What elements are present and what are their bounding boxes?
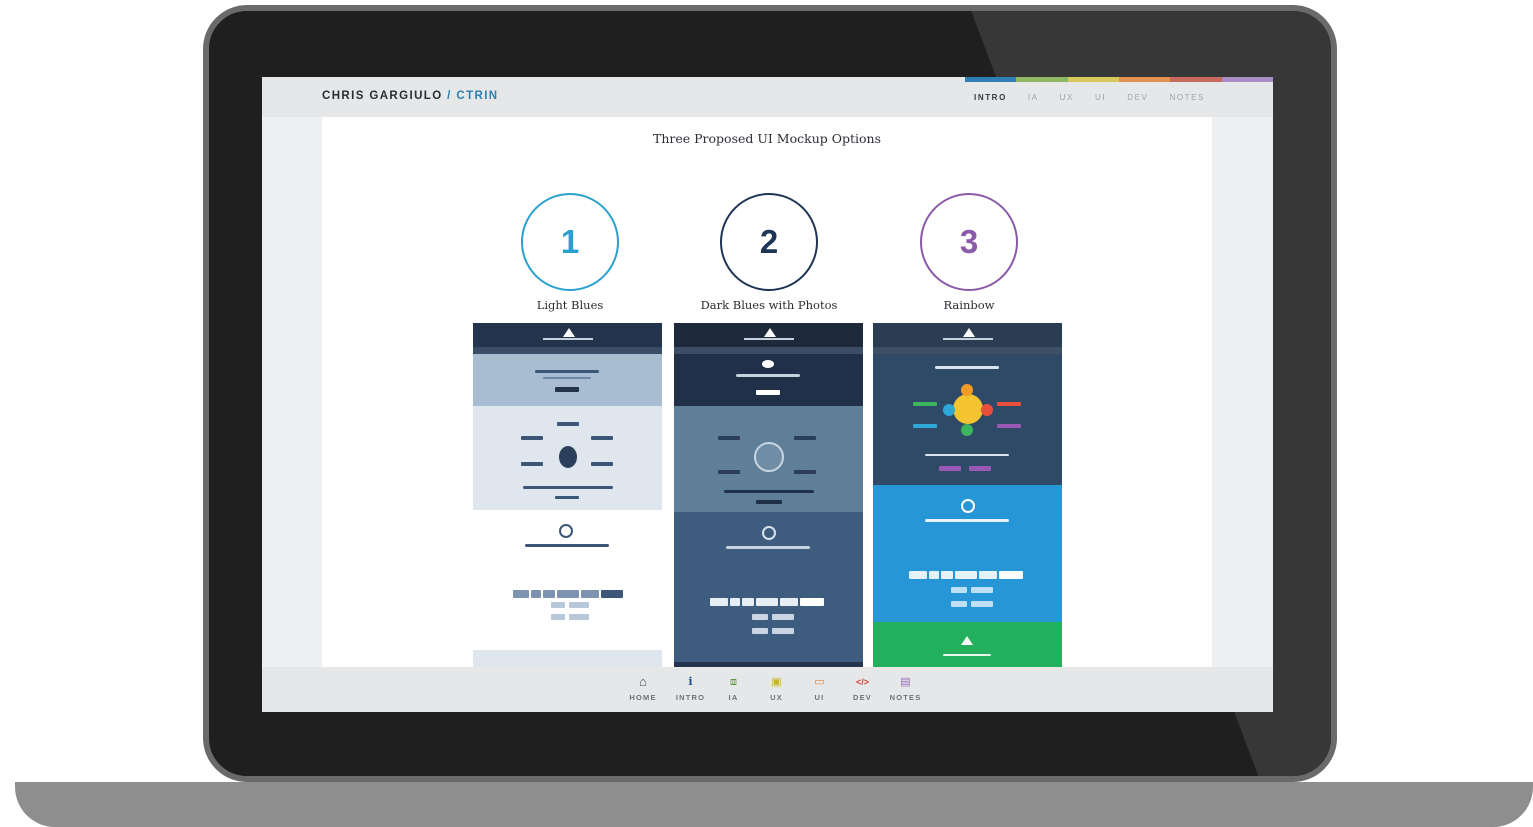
bottom-nav-ux[interactable]: ▣ UX [755,675,798,702]
top-nav-intro[interactable]: INTRO [974,93,1007,102]
color-strip-segment [965,77,1017,82]
color-strip [965,77,1273,82]
sitemap-icon: ⧈ [730,676,737,688]
brand-name: CHRIS GARGIULO [322,90,443,102]
option-1-number-circle: 1 [521,193,619,291]
bottom-nav-intro[interactable]: i INTRO [669,675,712,702]
bottom-nav-label: UX [770,693,783,702]
option-2[interactable]: 2 Dark Blues with Photos [669,193,869,312]
top-nav: INTRO IA UX UI DEV NOTES [974,93,1205,102]
top-nav-ia[interactable]: IA [1028,93,1039,102]
brand-project: CTRIN [456,90,499,102]
option-2-title: Dark Blues with Photos [700,298,838,312]
code-icon: </> [855,677,869,687]
laptop-base [15,782,1533,827]
bottom-nav-label: NOTES [889,693,922,702]
color-strip-segment [1221,77,1273,82]
color-strip-segment [1067,77,1119,82]
mockup-dark-blues-thumbnail[interactable] [674,323,863,667]
laptop-screen: CHRIS GARGIULO / CTRIN INTRO IA UX UI DE… [262,77,1273,712]
option-3-number-circle: 3 [920,193,1018,291]
mockup-rainbow-thumbnail[interactable] [873,323,1062,667]
mockup-light-blues-thumbnail[interactable] [473,323,662,667]
option-1-title: Light Blues [536,298,604,312]
bottom-nav-label: HOME [629,693,657,702]
bottom-nav-notes[interactable]: ▤ NOTES [884,675,927,702]
main-content: Three Proposed UI Mockup Options 1 Light… [322,117,1212,667]
clipboard-icon: ▤ [900,676,911,688]
bottom-nav-ia[interactable]: ⧈ IA [712,675,755,702]
bottom-nav: ⌂ HOME i INTRO ⧈ IA ▣ UX ▭ UI </> DEV ▤ … [617,674,927,703]
option-2-number-circle: 2 [720,193,818,291]
bottom-nav-label: DEV [852,693,873,702]
option-1[interactable]: 1 Light Blues [470,193,670,312]
color-strip-segment [1016,77,1068,82]
top-nav-dev[interactable]: DEV [1127,93,1148,102]
top-bar: CHRIS GARGIULO / CTRIN INTRO IA UX UI DE… [262,77,1273,117]
browser-window-icon: ▭ [814,676,825,688]
top-nav-ux[interactable]: UX [1060,93,1074,102]
bottom-nav-home[interactable]: ⌂ HOME [617,674,669,703]
bottom-nav-label: IA [728,693,739,702]
top-nav-ui[interactable]: UI [1095,93,1106,102]
wireframe-icon: ▣ [771,676,782,688]
option-3-title: Rainbow [943,298,995,312]
page-heading: Three Proposed UI Mockup Options [653,131,881,146]
info-icon: i [688,675,693,688]
bottom-nav-dev[interactable]: </> DEV [841,675,884,702]
bottom-nav-label: UI [814,693,825,702]
home-icon: ⌂ [639,674,647,689]
bottom-nav-bar: ⌂ HOME i INTRO ⧈ IA ▣ UX ▭ UI </> DEV ▤ … [262,667,1273,712]
bottom-nav-label: INTRO [675,693,706,702]
site-brand[interactable]: CHRIS GARGIULO / CTRIN [322,90,499,102]
color-strip-segment [1118,77,1171,82]
color-strip-segment [1170,77,1222,82]
option-3[interactable]: 3 Rainbow [869,193,1069,312]
brand-separator: / [447,90,452,102]
top-nav-notes[interactable]: NOTES [1169,93,1205,102]
bottom-nav-ui[interactable]: ▭ UI [798,675,841,702]
